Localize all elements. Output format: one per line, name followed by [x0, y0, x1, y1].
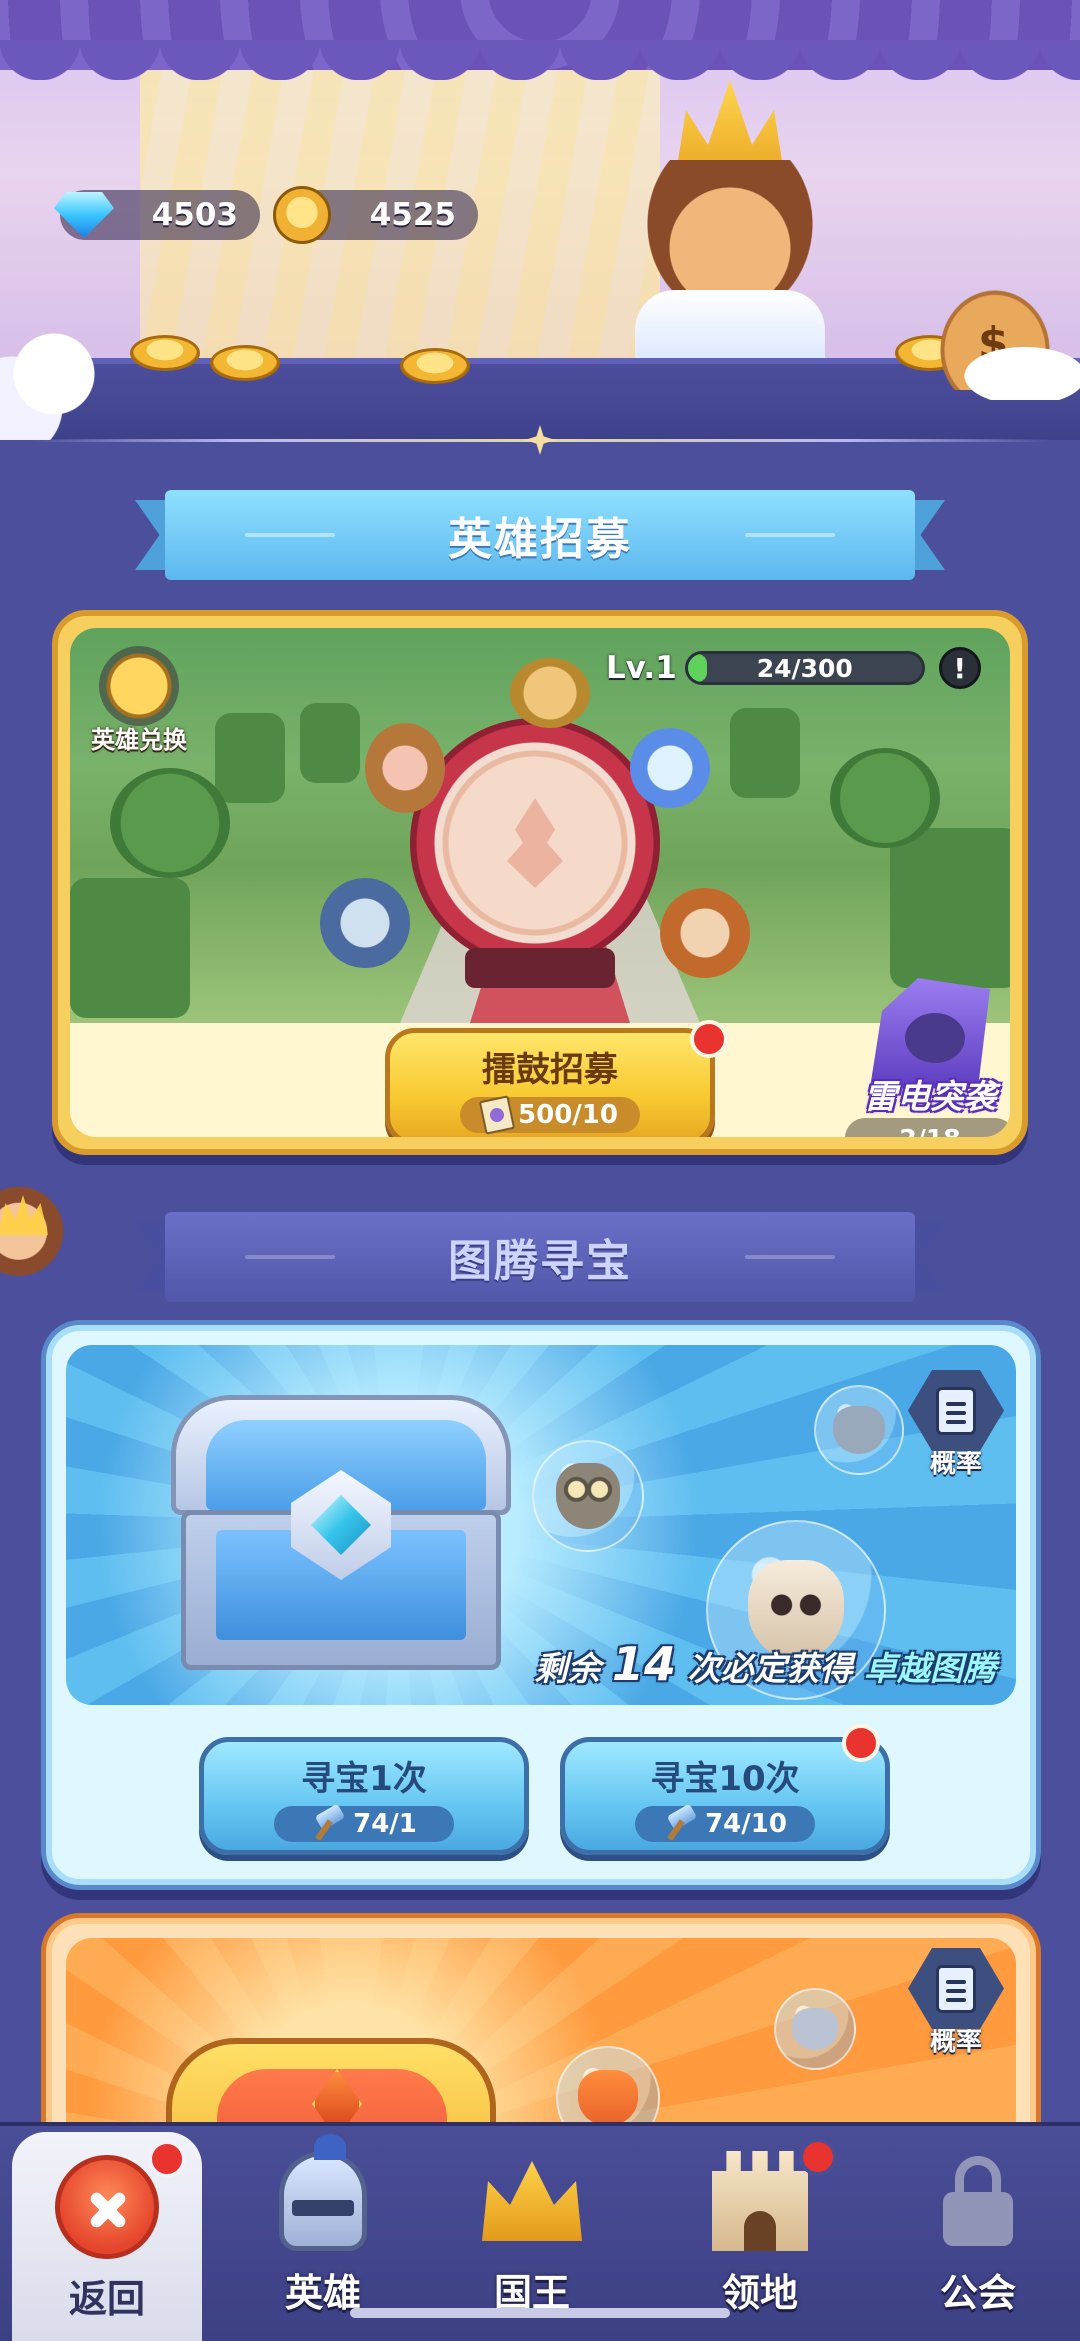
curtain-scallop: [0, 40, 1080, 80]
nav-back[interactable]: 返回: [12, 2132, 202, 2341]
king-character: [625, 80, 825, 370]
gold-amount: 4525: [369, 197, 456, 233]
hero-ice-mage: [630, 728, 710, 808]
totem-scene: 概率 剩余 14 次必定获得 卓越图腾: [66, 1345, 1016, 1705]
drum-recruit-cost: 500/10: [460, 1094, 640, 1135]
coin-pile: [400, 348, 470, 384]
tiger-totem-icon: [774, 1988, 856, 2070]
side-king-avatar-button[interactable]: [0, 1175, 66, 1300]
section-divider: [0, 425, 1080, 455]
hero-raccoon: [660, 888, 750, 978]
nav-guild-label: 公会: [939, 2271, 1016, 2315]
castle-icon: [712, 2151, 808, 2251]
level-progress-bar: 24/300: [684, 651, 925, 685]
level-progress-text: 24/300: [756, 653, 853, 683]
diamond-icon: [52, 183, 116, 247]
drum-recruit-cost-text: 500/10: [518, 1099, 618, 1130]
treasure-hunt-ten-button[interactable]: 寻宝10次 74/10: [560, 1737, 890, 1855]
star-ornament-icon: [525, 425, 555, 455]
drum-recruit-button[interactable]: 擂鼓招募 500/10: [385, 1028, 715, 1137]
level-label: Lv.1: [606, 650, 677, 686]
hunt-once-cost-text: 74/1: [353, 1808, 417, 1839]
document-icon: [936, 1964, 976, 2013]
recruit-section-header: 英雄招募: [135, 490, 945, 580]
totem-treasure-card: 概率 剩余 14 次必定获得 卓越图腾 寻宝1次 74/1 寻宝10次 74/1…: [46, 1325, 1036, 1885]
nav-guild[interactable]: 公会: [883, 2126, 1073, 2341]
treasure-hunt-once-button[interactable]: 寻宝1次 74/1: [199, 1737, 529, 1855]
info-alert-button[interactable]: !: [938, 647, 981, 689]
hunt-once-label: 寻宝1次: [301, 1758, 427, 1799]
cloud-decoration: [0, 330, 110, 440]
recruit-scroll-icon: [478, 1094, 516, 1135]
hero-mushroom: [510, 658, 590, 728]
lock-icon: [943, 2156, 1013, 2246]
nav-back-label: 返回: [68, 2277, 145, 2321]
hero-recruit-card: 英雄兑换 Lv.1 24/300 ! 擂鼓招募 500/10 雷电突袭 2/18: [52, 610, 1028, 1155]
hammer-icon: [663, 1809, 697, 1839]
hammer-icon: [311, 1809, 345, 1839]
pity-count: 14: [611, 1637, 676, 1691]
featured-hero-count: 2/18: [845, 1118, 1010, 1137]
owl-totem-icon: [532, 1440, 644, 1552]
nav-territory-label: 领地: [721, 2271, 798, 2315]
back-notification-dot: [148, 2140, 186, 2178]
golden-odds-button[interactable]: 概率: [906, 1948, 1006, 2058]
territory-notification-dot: [799, 2138, 837, 2176]
pity-prefix: 剩余: [534, 1649, 601, 1688]
hero-exchange-button[interactable]: 英雄兑换: [74, 646, 204, 756]
crown-icon: [482, 2161, 582, 2241]
silver-chest: [171, 1395, 511, 1680]
totem-section-title: 图腾寻宝: [448, 1236, 632, 1287]
drum-recruit-label: 擂鼓招募: [482, 1049, 618, 1090]
recruit-level: Lv.1 24/300 !: [606, 647, 981, 689]
gold-coin-icon: [270, 183, 334, 247]
throne-banner: $ 4503 4525: [0, 0, 1080, 440]
hunt-ten-label: 寻宝10次: [650, 1758, 800, 1799]
nav-heroes-label: 英雄: [284, 2271, 361, 2315]
pity-counter-text: 剩余 14 次必定获得 卓越图腾: [534, 1637, 996, 1691]
totem-section-header: 图腾寻宝: [135, 1212, 945, 1302]
hero-bear: [365, 723, 445, 813]
cloud-decoration: [950, 340, 1080, 400]
hero-exchange-label: 英雄兑换: [91, 726, 187, 754]
hunt-ten-cost-text: 74/10: [705, 1808, 787, 1839]
home-indicator[interactable]: [350, 2308, 730, 2318]
totem-odds-button[interactable]: 概率: [906, 1370, 1006, 1480]
recruit-section-title: 英雄招募: [448, 514, 632, 565]
hunt-ten-notification-dot: [842, 1724, 880, 1762]
hunt-ten-cost: 74/10: [635, 1805, 815, 1842]
helmet-icon: [279, 2134, 367, 2251]
document-icon: [936, 1386, 976, 1435]
hunt-once-cost: 74/1: [274, 1805, 454, 1842]
close-icon: [55, 2155, 159, 2259]
pity-reward: 卓越图腾: [864, 1649, 996, 1688]
coin-pile: [130, 335, 200, 371]
bear-totem-icon: [814, 1385, 904, 1475]
coin-pile: [210, 345, 280, 381]
gem-amount: 4503: [151, 197, 238, 233]
hero-fisher: [320, 878, 410, 968]
helmet-exchange-icon: [99, 646, 179, 726]
featured-hero-button[interactable]: 雷电突袭 2/18: [840, 978, 1010, 1137]
pity-middle: 次必定获得: [687, 1649, 853, 1688]
featured-hero-name: 雷电突袭: [864, 1077, 996, 1116]
recruit-notification-dot: [690, 1020, 728, 1058]
